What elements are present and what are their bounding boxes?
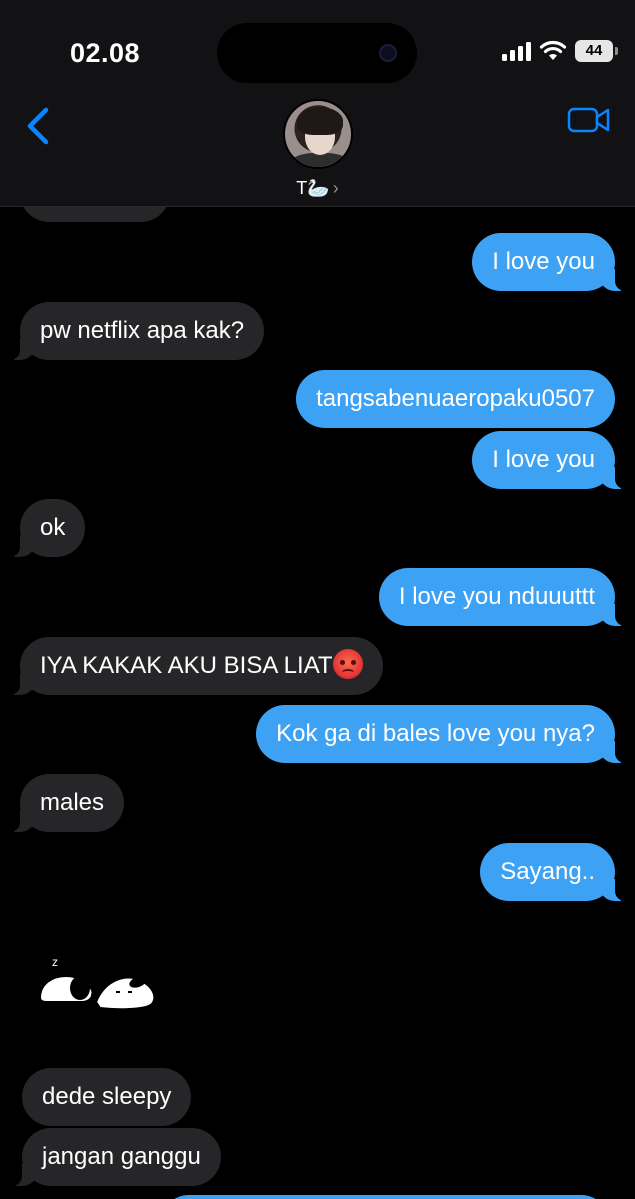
message-text: Kok ga di bales love you nya?	[276, 720, 595, 747]
message-bubble-incoming[interactable]: jangan ganggu	[10, 1128, 221, 1186]
message-text: pw netflix apa kak?	[40, 317, 245, 344]
message-text: IYA KAKAK AKU BISA LIAT	[40, 652, 333, 679]
message-text: I love you	[492, 248, 595, 275]
message-bubble-incoming[interactable]: IYA KAKAK AKU BISA LIAT	[8, 637, 383, 695]
battery-icon: 44	[575, 40, 618, 62]
chat-header: 02.08 44 T🦢 ›	[0, 0, 635, 207]
contact-name: T🦢	[296, 178, 330, 198]
message-text: dede sleepy	[42, 1083, 172, 1110]
wifi-icon	[539, 40, 567, 60]
message-text: males	[40, 789, 105, 816]
message-bubble-outgoing[interactable]: I love you nduuuttt	[378, 568, 628, 626]
message-bubble-incoming[interactable]: pw netflix apa kak?	[7, 302, 265, 360]
sleeping-snoopy-sticker[interactable]: z	[36, 952, 160, 1012]
message-bubble-incoming[interactable]: ok	[7, 499, 86, 557]
message-text: Sayang..	[500, 858, 595, 885]
message-bubble-outgoing[interactable]: Kok ga di bales love you nya?	[256, 705, 627, 763]
signal-icon	[502, 41, 531, 61]
status-icons: 44	[502, 40, 618, 62]
dynamic-island	[217, 23, 417, 83]
angry-face-emoji	[332, 649, 363, 679]
contact-avatar[interactable]	[283, 99, 353, 169]
message-bubble-outgoing[interactable]: I love you	[472, 431, 627, 489]
message-bubble-outgoing[interactable]: Sayang..	[480, 843, 627, 901]
chevron-right-icon: ›	[332, 178, 339, 198]
message-bubble-incoming[interactable]: males	[7, 774, 125, 832]
sticker-z-text: z	[52, 955, 58, 969]
status-time: 02.08	[70, 38, 141, 68]
message-text: ok	[40, 514, 66, 541]
back-chevron-icon[interactable]	[20, 104, 56, 148]
message-bubble-outgoing[interactable]: tangsabenuaeropaku0507	[296, 370, 615, 428]
camera-icon	[379, 44, 397, 62]
message-bubble-outgoing[interactable]: I love you	[472, 233, 627, 291]
message-text: jangan ganggu	[42, 1143, 201, 1170]
facetime-video-icon[interactable]	[567, 104, 611, 136]
message-bubble-outgoing-cut	[160, 1195, 610, 1199]
message-bubble-incoming[interactable]: dede sleepy	[22, 1068, 192, 1126]
message-text: I love you	[492, 446, 595, 473]
message-text: tangsabenuaeropaku0507	[316, 385, 595, 412]
message-text: I love you nduuuttt	[398, 583, 595, 610]
contact-name-button[interactable]: T🦢 ›	[0, 178, 635, 199]
